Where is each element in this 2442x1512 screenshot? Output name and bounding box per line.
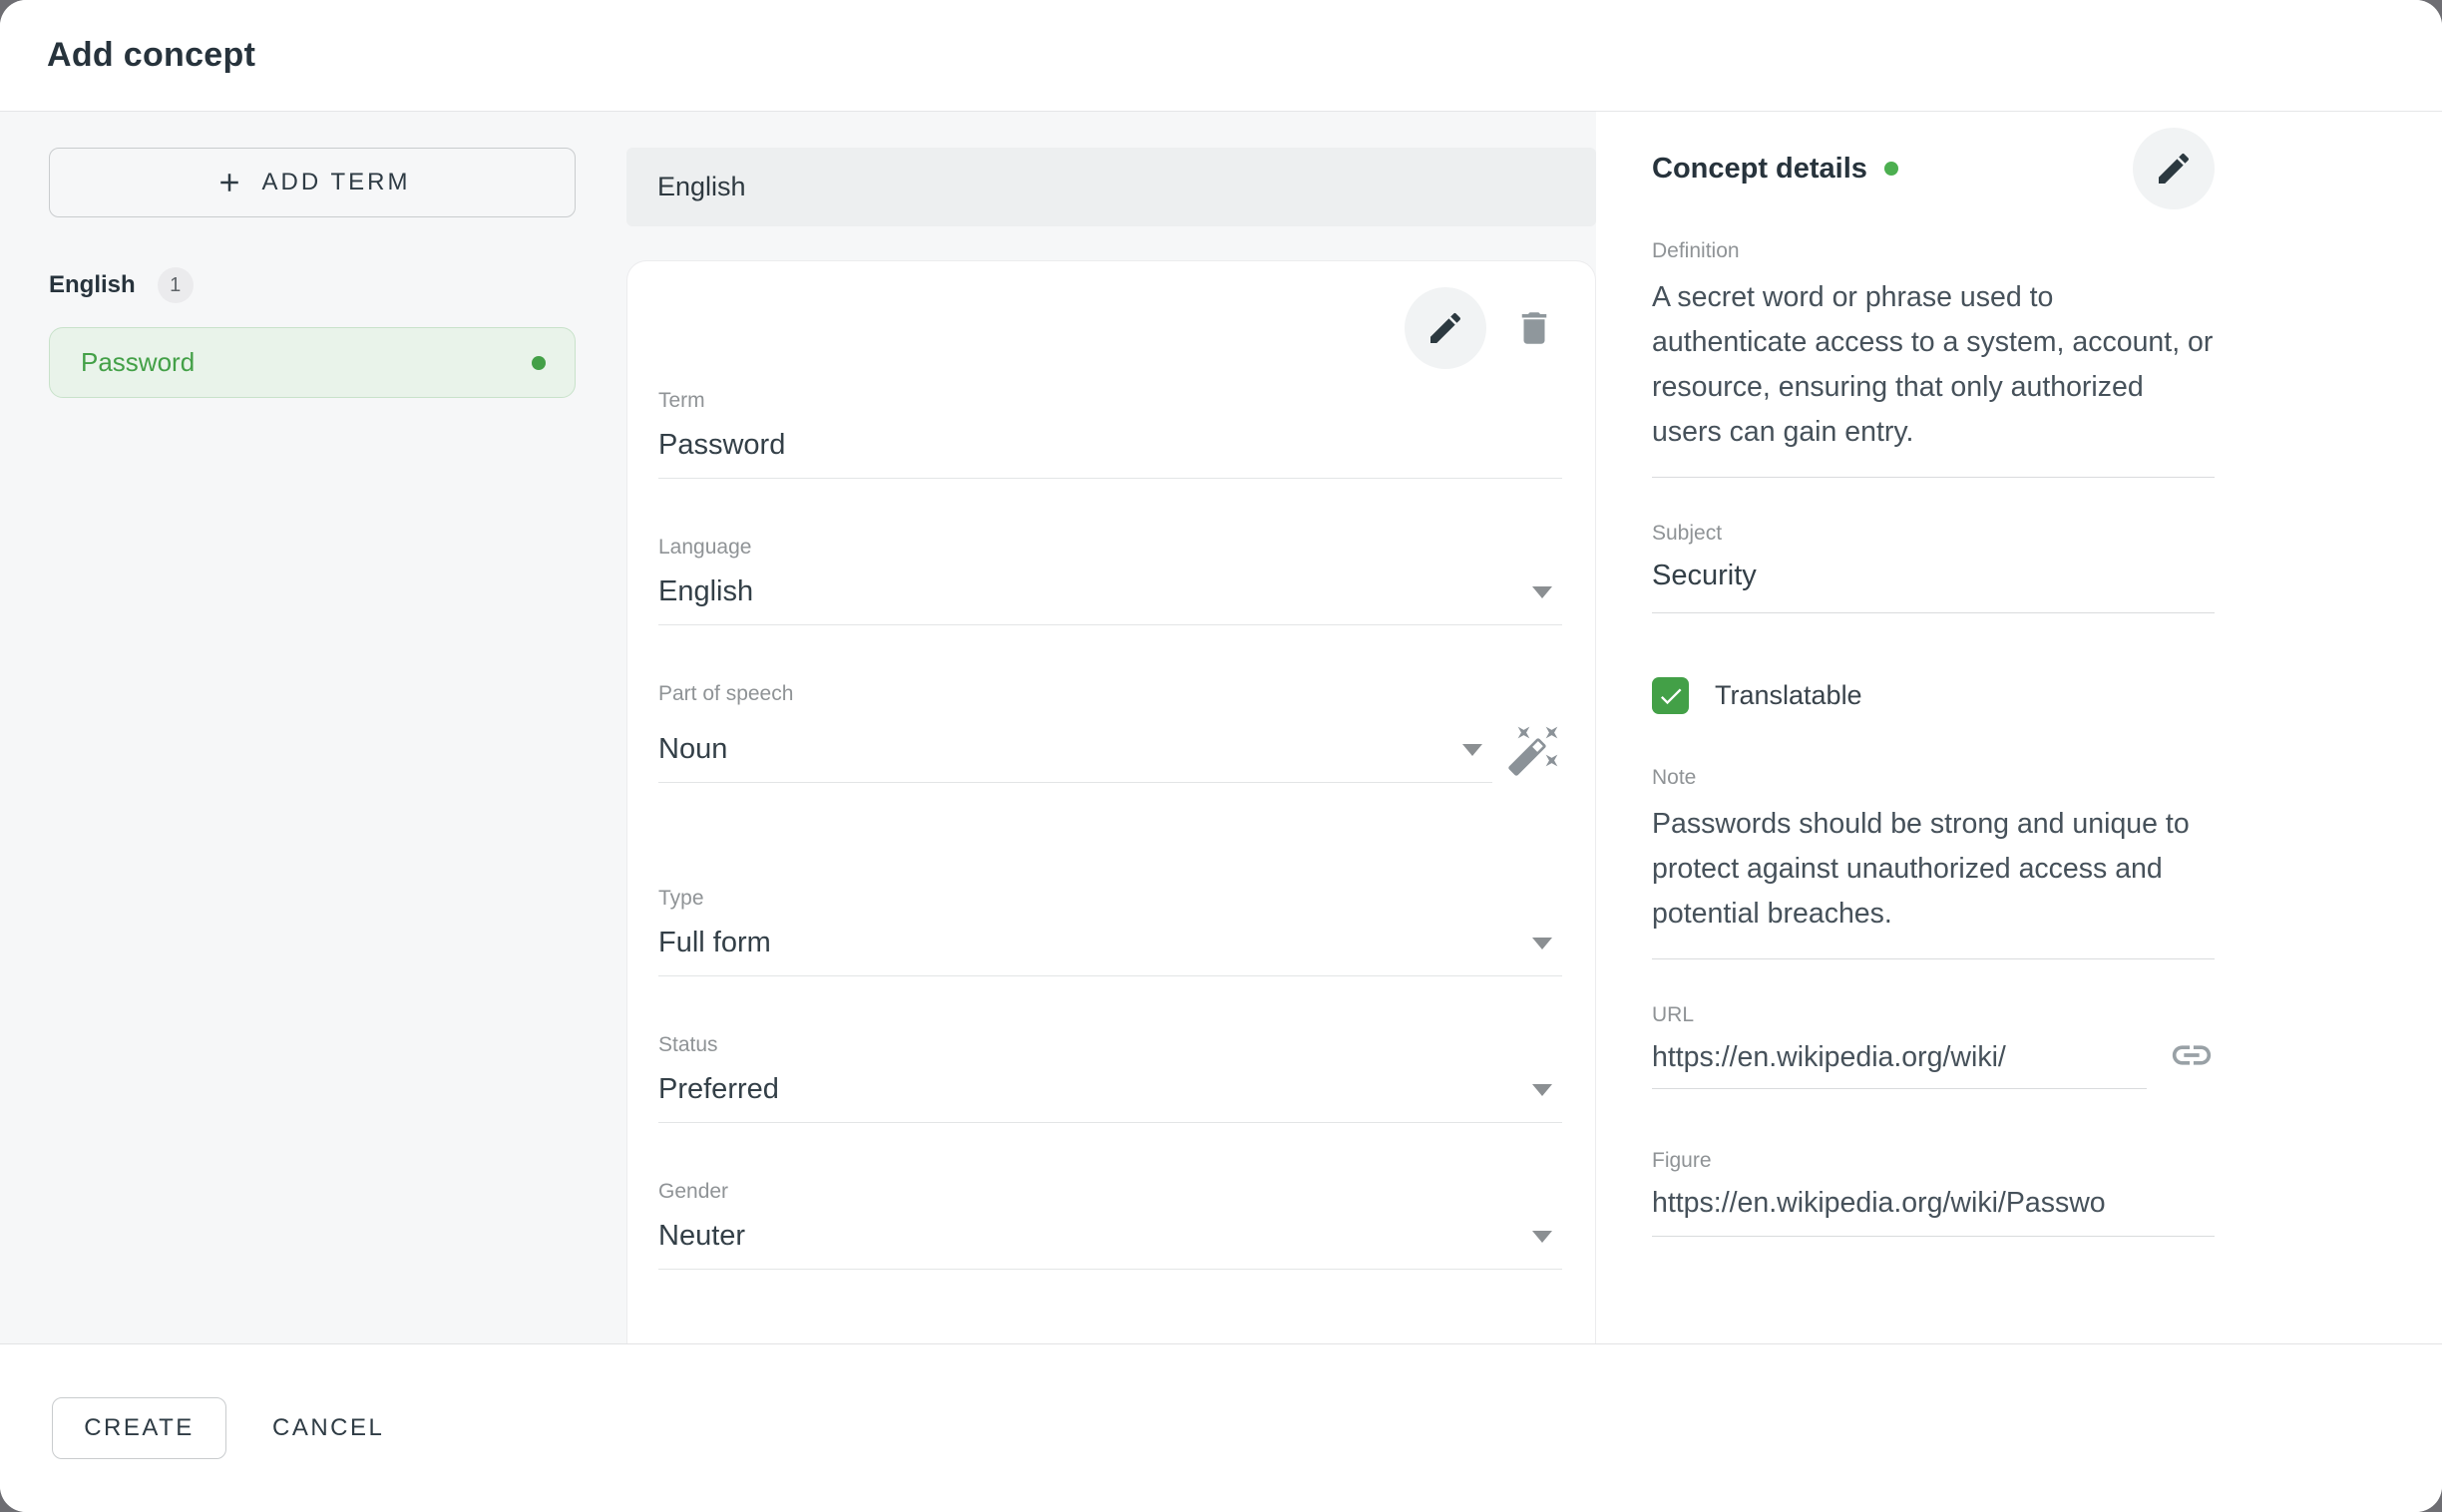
gender-select-value: Neuter <box>658 1220 1532 1253</box>
plus-icon <box>214 168 244 197</box>
url-value: https://en.wikipedia.org/wiki/ <box>1652 1041 2147 1074</box>
term-count-badge: 1 <box>158 267 194 303</box>
field-type: Type Full form <box>658 887 1562 976</box>
chevron-down-icon <box>1462 744 1482 756</box>
cancel-button[interactable]: CANCEL <box>266 1413 390 1443</box>
magic-wand-icon <box>1506 722 1562 778</box>
auto-suggest-button[interactable] <box>1506 722 1562 781</box>
pencil-icon <box>1425 308 1465 348</box>
translatable-checkbox-row[interactable]: Translatable <box>1652 677 2215 714</box>
term-list-item-password[interactable]: Password <box>49 327 576 398</box>
term-field-label: Term <box>658 389 1562 413</box>
term-card: Term Password Language English <box>626 260 1596 1343</box>
field-language: Language English <box>658 536 1562 625</box>
concept-details-header: Concept details <box>1652 128 2215 209</box>
note-label: Note <box>1652 766 2215 790</box>
translatable-checkbox[interactable] <box>1652 677 1689 714</box>
field-status: Status Preferred <box>658 1033 1562 1123</box>
create-button[interactable]: CREATE <box>52 1397 226 1459</box>
dialog-title: Add concept <box>47 36 255 75</box>
figure-value[interactable]: https://en.wikipedia.org/wiki/Passwo <box>1652 1187 2215 1237</box>
edit-term-button[interactable] <box>1405 287 1486 369</box>
term-input[interactable]: Password <box>658 429 1562 479</box>
note-value[interactable]: Passwords should be strong and unique to… <box>1652 802 2215 959</box>
add-term-button[interactable]: ADD TERM <box>49 148 576 217</box>
add-concept-dialog: Add concept ADD TERM English 1 Password … <box>0 0 2442 1512</box>
url-input[interactable]: https://en.wikipedia.org/wiki/ <box>1652 1041 2147 1089</box>
language-group-header: English 1 <box>49 267 576 303</box>
concept-status-dot <box>1884 162 1898 176</box>
chevron-down-icon <box>1532 586 1552 598</box>
part-of-speech-select-value: Noun <box>658 733 1462 766</box>
gender-select[interactable]: Neuter <box>658 1220 1562 1270</box>
field-part-of-speech: Part of speech Noun <box>658 682 1562 783</box>
term-status-dot <box>532 356 546 370</box>
dialog-footer: CREATE CANCEL <box>0 1343 2442 1512</box>
subject-label: Subject <box>1652 522 2215 546</box>
definition-value[interactable]: A secret word or phrase used to authenti… <box>1652 275 2215 478</box>
subject-value[interactable]: Security <box>1652 560 2215 613</box>
language-group-label: English <box>49 271 136 299</box>
type-field-label: Type <box>658 887 1562 911</box>
field-gender: Gender Neuter <box>658 1180 1562 1270</box>
url-row: https://en.wikipedia.org/wiki/ <box>1652 1027 2215 1089</box>
field-term: Term Password <box>658 389 1562 479</box>
definition-label: Definition <box>1652 239 2215 263</box>
concept-details-panel: Concept details Definition A secret word… <box>1596 112 2442 1343</box>
type-select-value: Full form <box>658 927 1532 959</box>
checkmark-icon <box>1657 682 1685 710</box>
concept-details-title: Concept details <box>1652 153 1867 186</box>
status-select[interactable]: Preferred <box>658 1073 1562 1123</box>
edit-concept-button[interactable] <box>2133 128 2215 209</box>
trash-icon <box>1513 307 1555 349</box>
delete-term-button[interactable] <box>1506 300 1562 356</box>
term-input-value: Password <box>658 429 1562 462</box>
part-of-speech-select[interactable]: Noun <box>658 733 1492 783</box>
language-select[interactable]: English <box>658 575 1562 625</box>
language-select-value: English <box>658 575 1532 608</box>
language-field-label: Language <box>658 536 1562 560</box>
open-link-button[interactable] <box>2169 1032 2215 1081</box>
term-chip-label: Password <box>81 347 532 378</box>
dialog-titlebar: Add concept <box>0 0 2442 112</box>
gender-field-label: Gender <box>658 1180 1562 1204</box>
term-editor-column: English Term Passwo <box>626 112 1596 1343</box>
term-card-actions <box>658 287 1562 369</box>
term-list-sidebar: ADD TERM English 1 Password <box>0 112 626 1343</box>
type-select[interactable]: Full form <box>658 927 1562 976</box>
pencil-icon <box>2154 149 2194 189</box>
term-language-header-label: English <box>657 172 746 202</box>
figure-label: Figure <box>1652 1149 2215 1173</box>
part-of-speech-field-label: Part of speech <box>658 682 1562 706</box>
term-fields: Term Password Language English <box>658 389 1562 1270</box>
status-select-value: Preferred <box>658 1073 1532 1106</box>
chevron-down-icon <box>1532 1084 1552 1096</box>
url-label: URL <box>1652 1003 2215 1027</box>
link-icon <box>2169 1032 2215 1078</box>
chevron-down-icon <box>1532 1231 1552 1243</box>
translatable-label: Translatable <box>1715 680 1862 711</box>
chevron-down-icon <box>1532 938 1552 949</box>
status-field-label: Status <box>658 1033 1562 1057</box>
dialog-content: ADD TERM English 1 Password English <box>0 112 2442 1343</box>
add-term-label: ADD TERM <box>262 169 411 196</box>
term-language-header: English <box>626 148 1596 226</box>
